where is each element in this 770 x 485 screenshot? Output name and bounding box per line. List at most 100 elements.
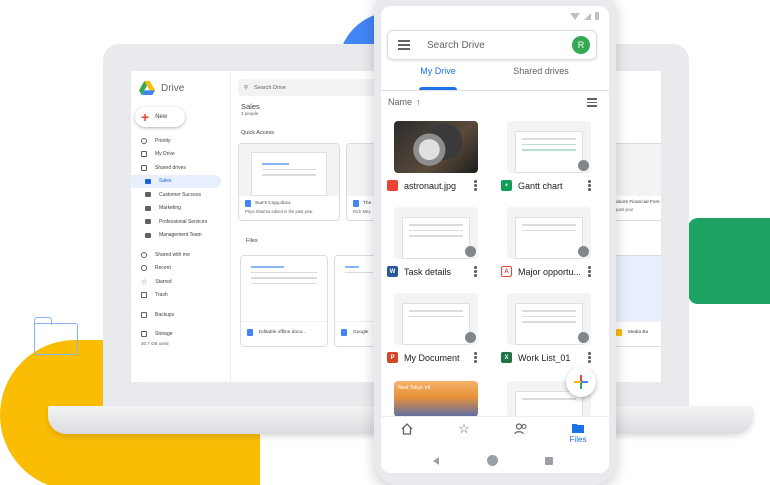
sheets-icon: + (501, 180, 512, 191)
nav-priority[interactable]: Priority (131, 134, 231, 148)
arrow-up-icon: ↑ (416, 97, 421, 107)
pdf-thumbnail (507, 207, 591, 259)
nav-customer-success[interactable]: Customer Success (131, 188, 231, 202)
file-name: astronaut.jpg (404, 180, 457, 191)
file-item[interactable]: + Gantt chart (501, 121, 605, 191)
nav-backups[interactable]: Backups (131, 308, 231, 322)
card-name: doors Financial Fore (616, 200, 660, 205)
card-thumbnail (239, 144, 339, 196)
desktop-nav: Priority My Drive Shared drives Sales Cu… (131, 134, 231, 346)
doc-icon (353, 200, 359, 207)
star-icon: ☆ (458, 421, 470, 436)
back-icon[interactable] (433, 457, 439, 465)
nav-label: Professional Services (159, 218, 208, 225)
nav-shared-with-me[interactable]: Shared with me (131, 248, 231, 262)
desktop-sidebar: Drive + New Priority My Drive Shared dri… (131, 71, 231, 382)
nav-home[interactable] (387, 423, 427, 435)
image-thumbnail (394, 121, 478, 173)
recents-icon[interactable] (545, 457, 553, 465)
mobile-search-placeholder: Search Drive (427, 39, 485, 51)
more-options-icon[interactable] (588, 266, 591, 277)
more-options-icon[interactable] (474, 266, 477, 277)
storage-used: 30.7 GB used (141, 341, 169, 346)
nav-label: Trash (155, 292, 168, 299)
wifi-icon (570, 12, 580, 20)
doc-thumbnail (394, 293, 478, 345)
sheet-thumbnail (507, 293, 591, 345)
nav-label: Marketing (159, 205, 181, 212)
avatar[interactable]: R (572, 36, 590, 54)
list-view-icon[interactable] (587, 98, 597, 107)
nav-sales[interactable]: Sales (131, 174, 221, 188)
more-options-icon[interactable] (474, 352, 477, 363)
card-detail: past year (616, 207, 634, 212)
more-options-icon[interactable] (588, 352, 591, 363)
drive-logo[interactable]: Drive (139, 81, 184, 95)
powerpoint-icon: P (387, 352, 398, 363)
nav-starred[interactable]: ☆ Starred (131, 275, 231, 289)
image-file-icon (387, 180, 398, 191)
nav-professional-services[interactable]: Professional Services (131, 215, 231, 229)
nav-management-team[interactable]: Management Team (131, 229, 231, 243)
battery-icon (595, 12, 599, 20)
file-name: Media Bu (610, 322, 661, 343)
nav-trash[interactable]: Trash (131, 289, 231, 303)
nav-my-drive[interactable]: My Drive (131, 148, 231, 162)
quick-access-card[interactable]: Sue's Copy.docx Priya Sharma edited in t… (238, 143, 340, 221)
file-item[interactable]: W Task details (387, 207, 491, 277)
file-card[interactable]: Editable offline docu... (240, 255, 328, 347)
desktop-search-bar[interactable]: ⚲ Search Drive (238, 79, 388, 96)
home-icon (401, 423, 413, 435)
nav-label: Priority (155, 137, 171, 144)
folder-icon (145, 192, 151, 198)
tab-divider (381, 90, 609, 91)
mobile-search-bar[interactable]: Search Drive R (387, 30, 597, 60)
nav-label: Storage (155, 331, 173, 338)
drive-logo-icon (139, 81, 155, 95)
shared-drive-icon (141, 164, 147, 171)
nav-marketing[interactable]: Marketing (131, 202, 231, 216)
folder-icon (145, 205, 151, 211)
nav-shared-drives[interactable]: Shared drives (131, 161, 231, 175)
file-card[interactable]: Media Bu (609, 255, 661, 347)
sheet-thumbnail (507, 121, 591, 173)
file-name: Editable offline docu... (241, 322, 327, 343)
file-item[interactable]: astronaut.jpg (387, 121, 491, 191)
more-options-icon[interactable] (474, 180, 477, 191)
nav-label: Backups (155, 311, 175, 318)
nav-files[interactable]: Files (558, 423, 598, 444)
tab-my-drive[interactable]: My Drive (415, 66, 461, 90)
clock-icon (141, 265, 147, 272)
nav-shared[interactable] (501, 423, 541, 435)
new-button[interactable]: + New (135, 107, 185, 127)
photo-thumbnail: Next Tokyo 'ell (394, 381, 478, 417)
file-name-row: A Major opportu... (501, 266, 605, 277)
nav-label: Shared drives (155, 164, 186, 171)
sort-control[interactable]: Name ↑ (388, 97, 421, 107)
nav-files-label: Files (569, 435, 587, 444)
nav-recent[interactable]: Recent (131, 262, 231, 276)
quick-access-card[interactable]: doors Financial Fore past year (609, 143, 661, 221)
file-thumbnail (241, 256, 327, 322)
nav-storage[interactable]: Storage (131, 328, 231, 342)
star-icon: ☆ (141, 278, 148, 286)
folder-title[interactable]: Sales (241, 102, 260, 111)
add-fab-button[interactable] (566, 367, 596, 397)
file-item[interactable]: X Work List_01 (501, 293, 605, 363)
signal-icon (584, 12, 591, 20)
file-item[interactable]: A Major opportu... (501, 207, 605, 277)
home-button-icon[interactable] (487, 455, 498, 466)
tab-shared-drives[interactable]: Shared drives (511, 66, 571, 90)
file-item[interactable]: P My Document (387, 293, 491, 363)
doc-icon (247, 329, 253, 336)
status-bar (570, 12, 599, 20)
file-name: Gantt chart (518, 180, 563, 191)
nav-starred[interactable]: ☆ (444, 421, 484, 436)
excel-icon: X (501, 352, 512, 363)
more-options-icon[interactable] (588, 180, 591, 191)
menu-icon[interactable] (398, 40, 410, 50)
plus-icon: + (141, 109, 150, 125)
nav-label: Recent (155, 265, 171, 272)
file-item[interactable]: Next Tokyo 'ell (387, 381, 491, 417)
storage-icon (141, 331, 147, 338)
